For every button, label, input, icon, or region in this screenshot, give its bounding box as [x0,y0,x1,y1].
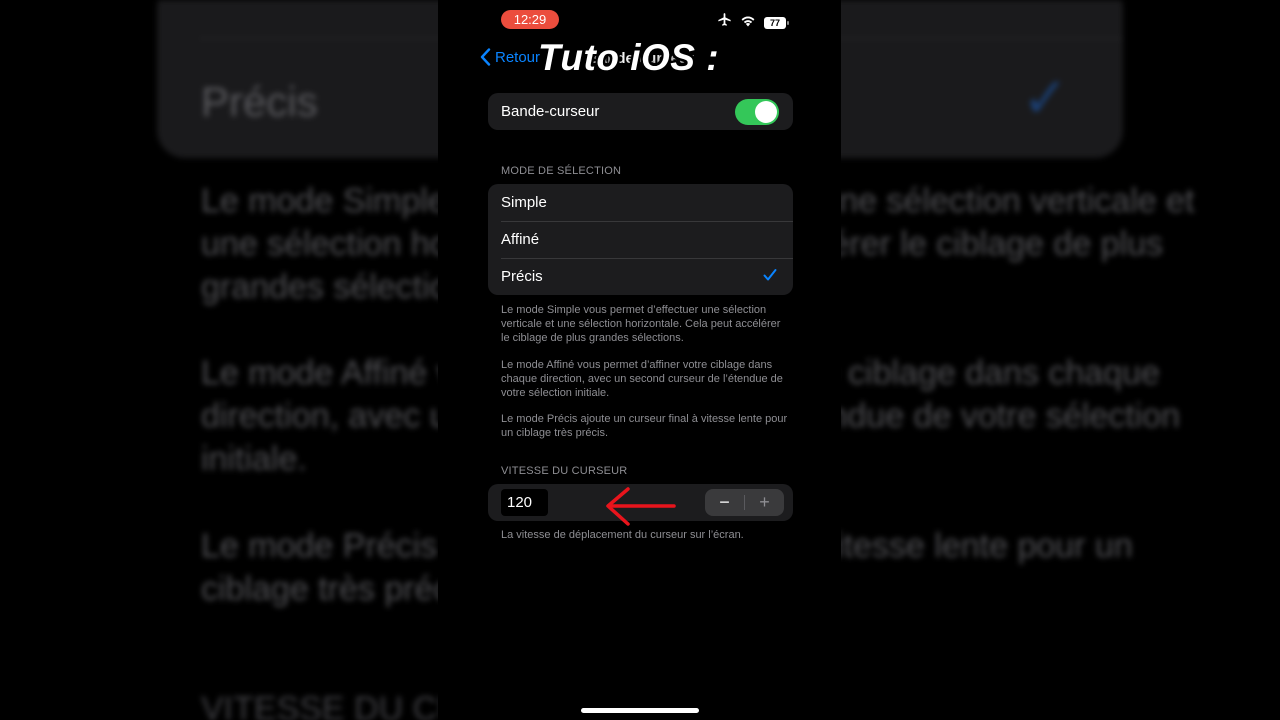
selection-mode-header: MODE DE SÉLECTION [501,165,622,177]
wifi-icon [740,14,756,32]
checkmark-icon [763,268,777,286]
option-affine[interactable]: Affiné [488,221,793,258]
selection-mode-list: Simple Affiné Précis [488,184,793,295]
red-arrow-icon [606,487,676,526]
bg-label-precis: Précis [201,78,318,125]
home-indicator[interactable] [581,708,699,713]
cursor-speed-footer: La vitesse de déplacement du curseur sur… [501,529,744,541]
increase-button[interactable]: + [745,489,784,516]
status-time: 12:29 [501,10,559,29]
tutorial-caption: Tuto iOS : [538,37,720,78]
toggle-group: Bande-curseur [488,93,793,130]
footer-affine: Le mode Affiné vous permet d’affiner vot… [501,359,783,399]
footer-simple: Le mode Simple vous permet d’effectuer u… [501,304,781,344]
navigation-bar: Retour Bande-curseur Tuto iOS : [438,37,841,78]
cursor-strip-label: Bande-curseur [501,103,600,120]
status-bar: 12:29 77 [438,0,841,40]
option-label: Affiné [501,231,540,248]
airplane-icon [717,13,732,32]
status-icons: 77 [717,13,789,32]
option-precis[interactable]: Précis [488,258,793,295]
speed-stepper: − + [705,489,784,516]
toggle-knob [755,101,777,123]
cursor-strip-row: Bande-curseur [488,93,793,130]
bg-checkmark-icon: ✓ [1022,66,1069,129]
option-label: Précis [501,268,543,285]
chevron-left-icon [480,48,491,66]
cursor-speed-header: VITESSE DU CURSEUR [501,465,628,477]
cursor-strip-toggle[interactable] [735,99,779,125]
battery-icon: 77 [764,16,789,29]
option-label: Simple [501,194,547,211]
back-label: Retour [495,48,541,66]
cursor-speed-value[interactable]: 120 [501,489,548,516]
footer-precis: Le mode Précis ajoute un curseur final à… [501,413,788,439]
back-button[interactable]: Retour [480,48,540,66]
phone-screen: 12:29 77 Retour Bande-curseur Tuto iOS :… [438,0,841,720]
option-simple[interactable]: Simple [488,184,793,221]
decrease-button[interactable]: − [705,489,744,516]
